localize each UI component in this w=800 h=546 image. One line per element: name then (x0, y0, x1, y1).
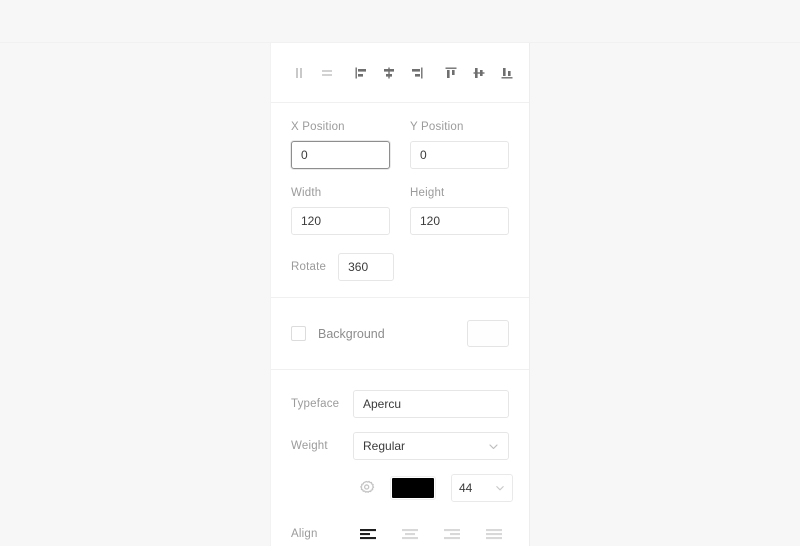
height-input[interactable]: 120 (410, 207, 509, 235)
x-position-field-group: X Position 0 (291, 121, 390, 169)
gear-icon[interactable] (353, 475, 379, 501)
background-color-swatch[interactable] (467, 320, 509, 347)
align-top-icon[interactable] (437, 60, 465, 86)
rotate-input[interactable]: 360 (338, 253, 395, 281)
y-position-field-group: Y Position 0 (410, 121, 509, 169)
background-label: Background (318, 326, 385, 341)
align-bottom-icon[interactable] (493, 60, 521, 86)
chevron-down-icon (488, 441, 499, 452)
chevron-down-icon (495, 483, 505, 493)
text-align-button-group (353, 522, 509, 546)
align-center-horizontal-icon[interactable] (375, 60, 403, 86)
typography-section: Typeface Apercu Weight Regular 44 (271, 370, 529, 502)
rotate-label: Rotate (291, 261, 327, 273)
x-position-label: X Position (291, 121, 345, 133)
y-position-input[interactable]: 0 (410, 141, 509, 169)
background-checkbox[interactable] (291, 326, 306, 341)
transform-section: X Position 0 Y Position 0 Width 120 Heig… (271, 103, 529, 297)
y-position-label: Y Position (410, 121, 464, 133)
background-section: Background (271, 298, 529, 369)
height-field-group: Height 120 (410, 187, 509, 235)
align-label: Align (291, 528, 318, 540)
text-align-left-icon[interactable] (353, 522, 383, 546)
align-middle-vertical-icon[interactable] (465, 60, 493, 86)
position-row: X Position 0 Y Position 0 (291, 121, 509, 169)
text-align-row: Align (271, 516, 529, 546)
text-align-justify-icon[interactable] (479, 522, 509, 546)
text-color-swatch[interactable] (390, 476, 436, 500)
rotate-row: Rotate 360 (291, 253, 509, 281)
align-left-icon[interactable] (347, 60, 375, 86)
width-input[interactable]: 120 (291, 207, 390, 235)
weight-row: Weight Regular (291, 432, 509, 460)
size-row: Width 120 Height 120 (291, 187, 509, 235)
font-size-value: 44 (459, 481, 473, 495)
text-color-row: 44 (291, 474, 513, 502)
x-position-input[interactable]: 0 (291, 141, 390, 169)
properties-panel: X Position 0 Y Position 0 Width 120 Heig… (270, 43, 530, 546)
width-field-group: Width 120 (291, 187, 390, 235)
font-size-select[interactable]: 44 (451, 474, 513, 502)
align-vertical-center-distribute-icon[interactable] (285, 60, 313, 86)
alignment-toolbar (271, 43, 529, 102)
typeface-input[interactable]: Apercu (353, 390, 509, 418)
text-align-center-icon[interactable] (395, 522, 425, 546)
height-label: Height (410, 187, 445, 199)
typeface-label: Typeface (291, 398, 340, 410)
weight-select[interactable]: Regular (353, 432, 509, 460)
align-horizontal-distribute-icon[interactable] (313, 60, 341, 86)
weight-label: Weight (291, 440, 328, 452)
width-label: Width (291, 187, 322, 199)
typeface-row: Typeface Apercu (291, 390, 509, 418)
text-align-right-icon[interactable] (437, 522, 467, 546)
align-right-icon[interactable] (403, 60, 431, 86)
weight-value: Regular (363, 439, 406, 453)
